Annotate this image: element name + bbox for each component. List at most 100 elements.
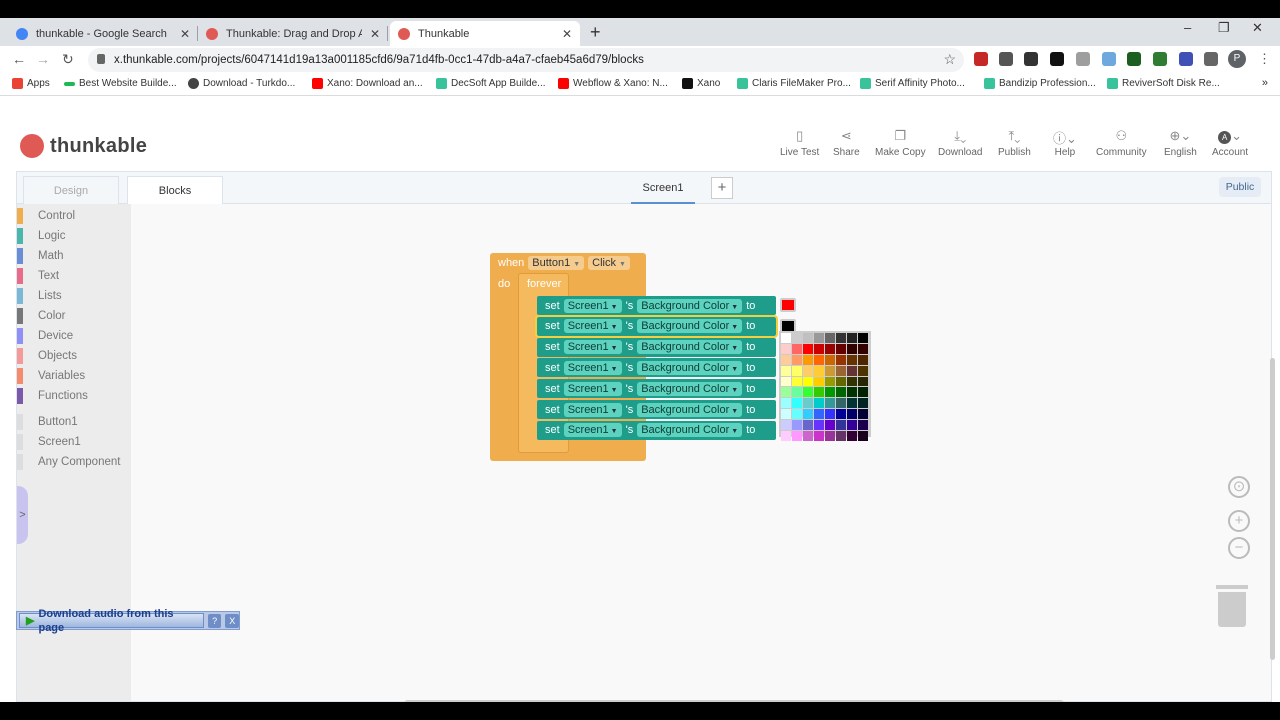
color-picker-cell[interactable] (792, 409, 802, 420)
help-icon[interactable]: ? (207, 613, 222, 628)
color-picker-cell[interactable] (792, 343, 802, 354)
color-picker-cell[interactable] (858, 354, 868, 365)
color-picker-cell[interactable] (825, 343, 835, 354)
close-icon[interactable]: ✕ (370, 27, 380, 41)
color-picker-cell[interactable] (781, 343, 791, 354)
bookmark-item[interactable]: Serif Affinity Photo... (860, 78, 965, 89)
extension-x-icon[interactable] (1050, 52, 1064, 66)
color-picker-cell[interactable] (814, 387, 824, 398)
color-picker-cell[interactable] (803, 431, 813, 441)
horizontal-scrollbar[interactable] (404, 700, 1064, 702)
bookmark-item[interactable]: Xano: Download an... (312, 78, 423, 89)
thunkable-logo[interactable]: thunkable (20, 134, 147, 158)
bookmark-item[interactable]: Xano (682, 78, 720, 89)
bookmark-item[interactable]: ReviverSoft Disk Re... (1107, 78, 1220, 89)
color-picker-cell[interactable] (814, 376, 824, 387)
color-picker-cell[interactable] (814, 431, 824, 441)
color-picker-cell[interactable] (847, 343, 857, 354)
tab-screen1[interactable]: Screen1 (631, 180, 695, 204)
color-picker-cell[interactable] (814, 409, 824, 420)
account-button[interactable]: A ⌄ Account (1212, 128, 1248, 158)
color-picker-cell[interactable] (792, 420, 802, 431)
language-button[interactable]: ⊕⌄ English (1164, 128, 1197, 158)
color-picker-cell[interactable] (825, 398, 835, 409)
color-picker-cell[interactable] (858, 376, 868, 387)
target-dropdown[interactable]: Screen1 ▼ (563, 298, 622, 313)
set-background-color-block[interactable]: set Screen1 ▼'s Background Color ▼ to (535, 314, 778, 338)
color-picker-cell[interactable] (825, 420, 835, 431)
color-picker-cell[interactable] (803, 376, 813, 387)
color-picker-cell[interactable] (792, 376, 802, 387)
target-dropdown[interactable]: Screen1 ▼ (563, 340, 622, 355)
share-button[interactable]: ⋖ Share (833, 128, 860, 158)
drawer-toggle-chevron-icon[interactable]: > (17, 486, 28, 544)
color-picker-cell[interactable] (814, 365, 824, 376)
color-picker-cell[interactable] (781, 376, 791, 387)
color-picker-cell[interactable] (836, 420, 846, 431)
color-picker-cell[interactable] (825, 333, 835, 343)
color-picker-cell[interactable] (814, 343, 824, 354)
color-picker-cell[interactable] (836, 354, 846, 365)
color-picker-cell[interactable] (847, 333, 857, 343)
add-screen-button[interactable]: + (711, 177, 733, 199)
extension-pdf-icon[interactable] (974, 52, 988, 66)
property-dropdown[interactable]: Background Color ▼ (637, 340, 743, 355)
target-dropdown[interactable]: Screen1 ▼ (563, 402, 622, 417)
property-dropdown[interactable]: Background Color ▼ (637, 381, 743, 396)
color-picker-cell[interactable] (781, 333, 791, 343)
color-picker-cell[interactable] (803, 409, 813, 420)
color-picker-cell[interactable] (847, 376, 857, 387)
vertical-scrollbar[interactable] (1270, 358, 1275, 660)
color-picker-cell[interactable] (836, 376, 846, 387)
target-dropdown[interactable]: Screen1 ▼ (563, 360, 622, 375)
color-picker-cell[interactable] (781, 387, 791, 398)
color-picker-cell[interactable] (836, 431, 846, 441)
palette-item-functions[interactable]: Functions (17, 388, 88, 404)
color-picker-cell[interactable] (825, 376, 835, 387)
extension-new-icon[interactable] (1024, 52, 1038, 66)
community-button[interactable]: ⚇ Community (1096, 128, 1147, 158)
bookmark-item[interactable]: Webflow & Xano: N... (558, 78, 668, 89)
palette-item-lists[interactable]: Lists (17, 288, 62, 304)
set-background-color-block[interactable]: set Screen1 ▼'s Background Color ▼ to (537, 379, 776, 399)
extension-l-icon[interactable] (999, 52, 1013, 66)
public-badge[interactable]: Public (1219, 177, 1261, 197)
color-picker-cell[interactable] (781, 354, 791, 365)
bookmark-item[interactable]: Bandizip Profession... (984, 78, 1096, 89)
tab-google-search[interactable]: thunkable - Google Search ✕ (8, 21, 198, 46)
bookmark-star-icon[interactable]: ☆ (943, 51, 956, 68)
color-picker-cell[interactable] (803, 398, 813, 409)
target-dropdown[interactable]: Screen1 ▼ (563, 319, 622, 334)
close-icon[interactable]: X (225, 613, 240, 628)
set-background-color-block[interactable]: set Screen1 ▼'s Background Color ▼ to (537, 337, 776, 357)
tab-thunkable[interactable]: Thunkable ✕ (390, 21, 580, 46)
extension-sheets-icon[interactable] (1153, 52, 1167, 66)
tab-design[interactable]: Design (23, 176, 119, 204)
color-picker-cell[interactable] (781, 365, 791, 376)
palette-item-math[interactable]: Math (17, 248, 64, 264)
palette-item-objects[interactable]: Objects (17, 348, 77, 364)
forward-icon[interactable]: → (36, 51, 50, 67)
bookmark-item[interactable]: Best Website Builde... (64, 78, 177, 89)
color-picker-cell[interactable] (803, 354, 813, 365)
menu-icon[interactable]: ⋮ (1258, 51, 1271, 67)
address-bar[interactable]: x.thunkable.com/projects/6047141d19a13a0… (88, 48, 964, 72)
color-picker-cell[interactable] (803, 365, 813, 376)
profile-avatar[interactable]: P (1228, 50, 1246, 68)
extension-robot-icon[interactable] (1102, 52, 1116, 66)
extension-flag-icon[interactable] (1179, 52, 1193, 66)
color-picker-cell[interactable] (803, 420, 813, 431)
color-picker-cell[interactable] (836, 343, 846, 354)
live-test-button[interactable]: ▯ Live Test (780, 128, 819, 158)
target-dropdown[interactable]: Screen1 ▼ (563, 423, 622, 438)
color-picker-cell[interactable] (858, 343, 868, 354)
color-picker-cell[interactable] (836, 365, 846, 376)
palette-item-logic[interactable]: Logic (17, 228, 66, 244)
color-picker-cell[interactable] (847, 354, 857, 365)
property-dropdown[interactable]: Background Color ▼ (637, 360, 743, 375)
color-picker-cell[interactable] (792, 387, 802, 398)
palette-item-text[interactable]: Text (17, 268, 59, 284)
download-audio-button[interactable]: ▶ Download audio from this page (19, 608, 204, 634)
color-picker-cell[interactable] (836, 398, 846, 409)
zoom-in-icon[interactable]: + (1228, 510, 1250, 532)
